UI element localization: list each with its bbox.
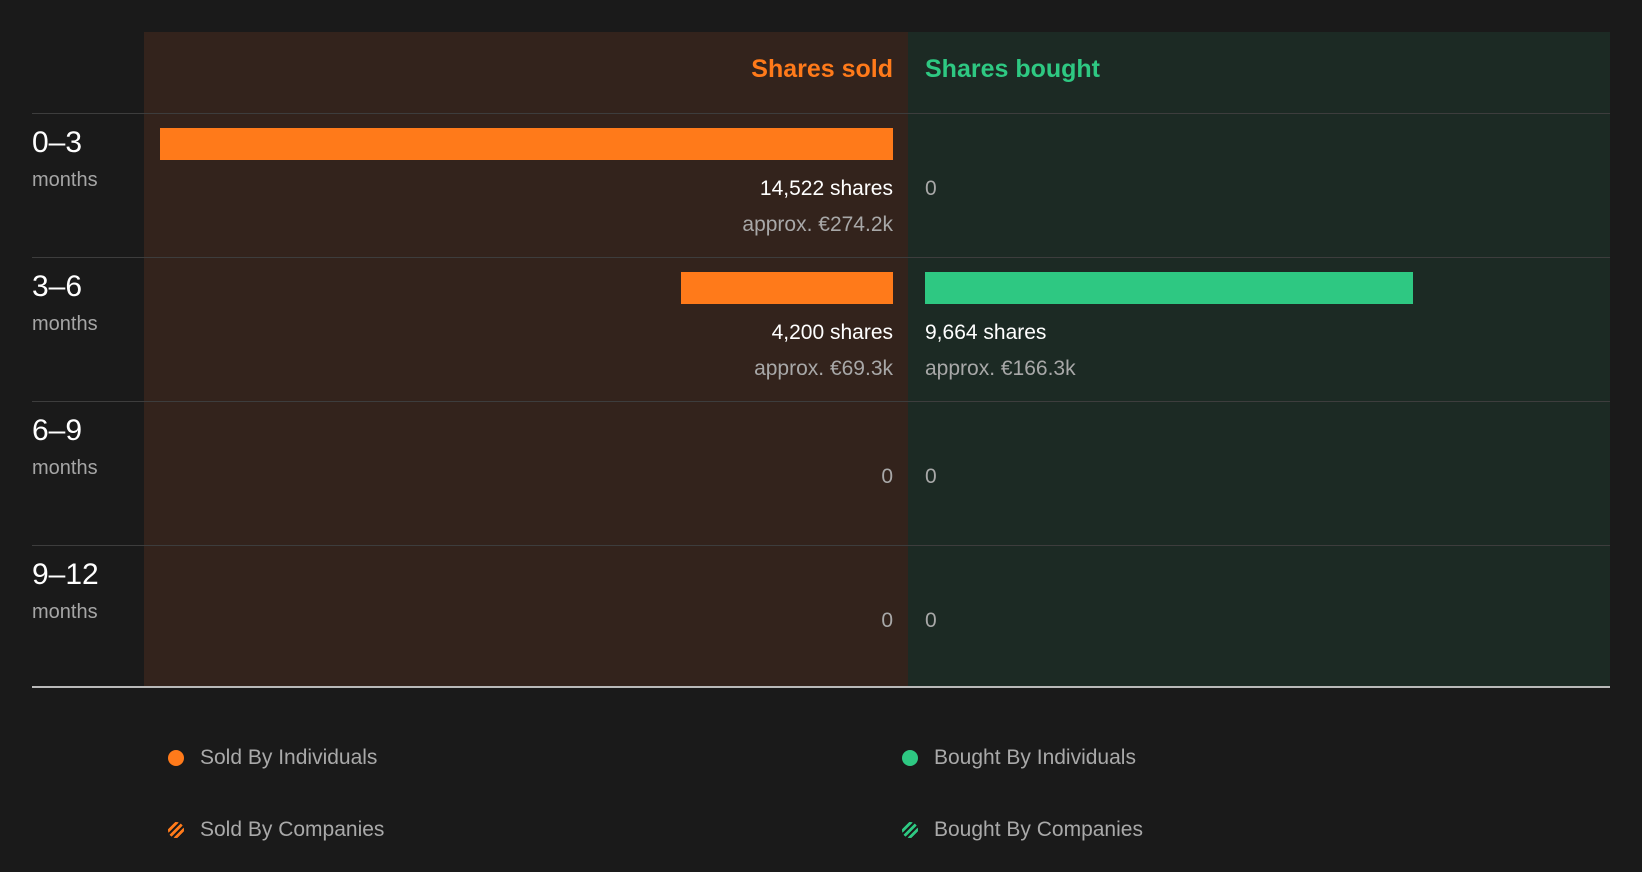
bar-sold (160, 128, 893, 160)
legend-marker (902, 750, 918, 766)
period-range: 9–12 (32, 558, 99, 591)
header-shares-bought: Shares bought (925, 55, 1101, 83)
sold-value-label: approx. €69.3k (754, 357, 893, 380)
bought-shares-label: 0 (925, 177, 937, 200)
period-unit: months (32, 169, 98, 191)
row-separator (32, 113, 1610, 114)
bar-sold (681, 272, 893, 304)
x-axis-line (32, 686, 1610, 688)
bar-bought (925, 272, 1413, 304)
legend-bought-companies: Bought By Companies (902, 817, 1302, 843)
sold-shares-label: 14,522 shares (759, 177, 893, 200)
sold-shares-label: 4,200 shares (771, 321, 893, 344)
bought-value-label: approx. €166.3k (925, 357, 1076, 380)
legend-label: Bought By Individuals (934, 746, 1136, 769)
bought-shares-label: 9,664 shares (925, 321, 1047, 344)
legend-label: Sold By Individuals (200, 746, 378, 769)
row-separator (32, 257, 1610, 258)
period-range: 3–6 (32, 270, 83, 303)
period-label: 6–9 months (32, 413, 142, 481)
bought-shares-label: 0 (925, 465, 937, 488)
legend-label: Bought By Companies (934, 818, 1143, 841)
legend-sold-individuals: Sold By Individuals (168, 745, 568, 771)
row-separator (32, 401, 1610, 402)
legend-label: Sold By Companies (200, 818, 385, 841)
sold-shares-label: 0 (881, 609, 893, 632)
period-unit: months (32, 313, 98, 335)
period-label: 3–6 months (32, 269, 142, 337)
row-separator (32, 545, 1610, 546)
period-label: 9–12 months (32, 557, 142, 625)
period-label: 0–3 months (32, 125, 142, 193)
legend-sold-companies: Sold By Companies (168, 817, 568, 843)
period-unit: months (32, 601, 98, 623)
legend-marker (168, 822, 184, 838)
sold-shares-label: 0 (881, 465, 893, 488)
legend-bought-individuals: Bought By Individuals (902, 745, 1302, 771)
legend-marker (902, 822, 918, 838)
period-unit: months (32, 457, 98, 479)
bought-shares-label: 0 (925, 609, 937, 632)
sold-value-label: approx. €274.2k (742, 213, 893, 236)
header-shares-sold: Shares sold (751, 55, 893, 83)
insider-trading-chart: Shares sold Shares bought 0–3 months 14,52… (0, 0, 1642, 872)
legend-marker (168, 750, 184, 766)
period-range: 6–9 (32, 414, 83, 447)
period-range: 0–3 (32, 126, 83, 159)
